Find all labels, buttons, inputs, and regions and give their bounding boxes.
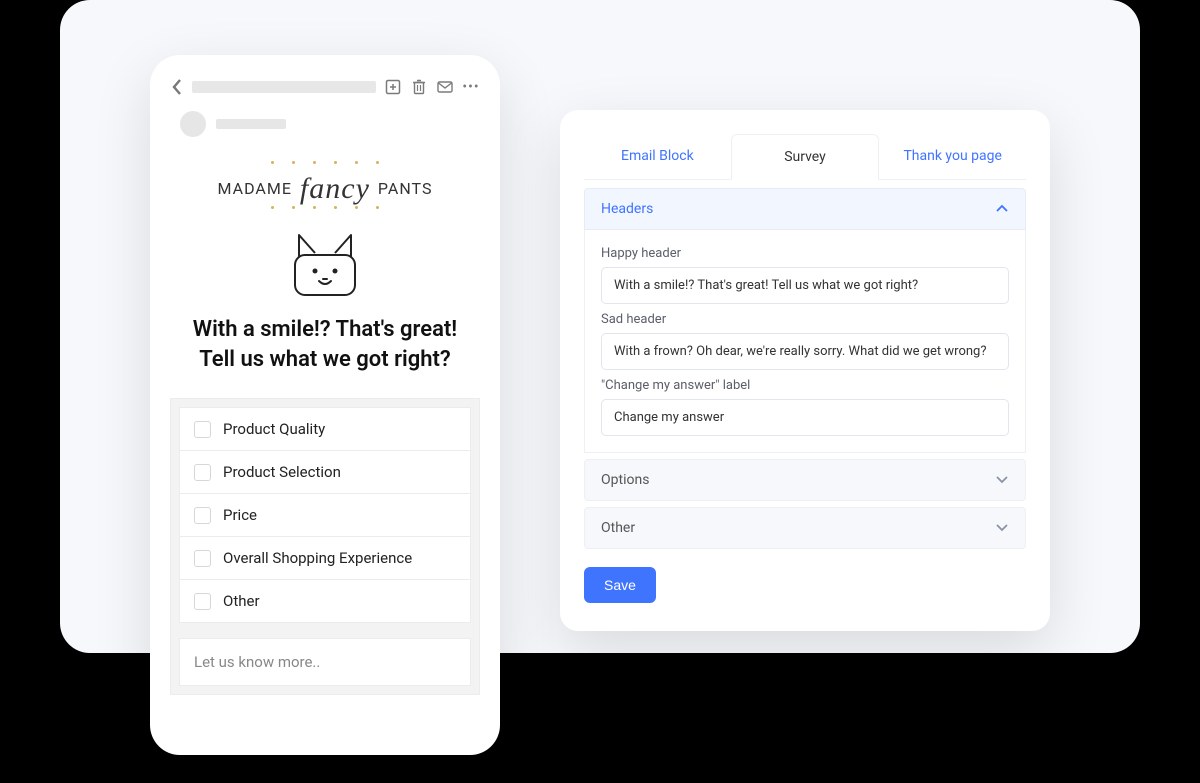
sender-placeholder (216, 119, 286, 129)
more-textarea[interactable]: Let us know more.. (179, 638, 471, 686)
headers-accordion[interactable]: Headers (584, 188, 1026, 230)
checkbox-icon[interactable] (194, 593, 211, 610)
change-answer-input[interactable] (601, 399, 1009, 436)
checkbox-icon[interactable] (194, 507, 211, 524)
change-answer-label: "Change my answer" label (601, 378, 1009, 393)
option-label: Product Quality (223, 420, 325, 438)
tab-thank-you[interactable]: Thank you page (879, 134, 1026, 179)
survey-heading: With a smile!? That's great! Tell us wha… (170, 315, 480, 374)
chevron-down-icon (995, 472, 1009, 488)
option-row[interactable]: Product Selection (179, 450, 471, 494)
brand-post: PANTS (378, 179, 433, 198)
option-row[interactable]: Overall Shopping Experience (179, 536, 471, 580)
survey-settings-panel: Email Block Survey Thank you page Header… (560, 110, 1050, 631)
option-row[interactable]: Price (179, 493, 471, 537)
settings-tabs: Email Block Survey Thank you page (584, 134, 1026, 180)
email-preview-card: ••• MADAME fancy PANTS With a smile!? Th… (150, 55, 500, 755)
more-icon[interactable]: ••• (462, 78, 480, 96)
brand-logo: MADAME fancy PANTS (170, 161, 480, 209)
heading-line1: With a smile!? That's great! (180, 315, 470, 345)
sad-header-label: Sad header (601, 312, 1009, 327)
heading-line2: Tell us what we got right? (180, 345, 470, 375)
brand-fancy: fancy (300, 172, 370, 206)
other-title: Other (601, 520, 635, 536)
cat-illustration (170, 227, 480, 297)
option-label: Other (223, 592, 260, 610)
brand-pre: MADAME (218, 179, 292, 198)
email-toolbar: ••• (170, 77, 480, 97)
option-label: Price (223, 506, 257, 524)
avatar (180, 111, 206, 137)
other-accordion[interactable]: Other (584, 507, 1026, 549)
headers-title: Headers (601, 201, 653, 217)
chevron-up-icon (995, 201, 1009, 217)
option-label: Overall Shopping Experience (223, 549, 412, 567)
mail-icon[interactable] (436, 78, 454, 96)
sad-header-input[interactable] (601, 333, 1009, 370)
happy-header-label: Happy header (601, 246, 1009, 261)
option-row[interactable]: Product Quality (179, 407, 471, 451)
tab-survey[interactable]: Survey (731, 134, 880, 180)
subject-placeholder (192, 81, 376, 93)
delete-icon[interactable] (410, 78, 428, 96)
chevron-down-icon (995, 520, 1009, 536)
checkbox-icon[interactable] (194, 421, 211, 438)
save-button[interactable]: Save (584, 567, 656, 603)
checkbox-icon[interactable] (194, 550, 211, 567)
happy-header-input[interactable] (601, 267, 1009, 304)
option-label: Product Selection (223, 463, 341, 481)
sender-row (170, 111, 480, 137)
tab-email-block[interactable]: Email Block (584, 134, 731, 179)
option-row[interactable]: Other (179, 579, 471, 623)
options-accordion[interactable]: Options (584, 459, 1026, 501)
checkbox-icon[interactable] (194, 464, 211, 481)
options-title: Options (601, 472, 649, 488)
headers-body: Happy header Sad header "Change my answe… (584, 230, 1026, 453)
options-list: Product Quality Product Selection Price … (170, 398, 480, 695)
archive-icon[interactable] (384, 78, 402, 96)
back-icon[interactable] (170, 77, 184, 97)
